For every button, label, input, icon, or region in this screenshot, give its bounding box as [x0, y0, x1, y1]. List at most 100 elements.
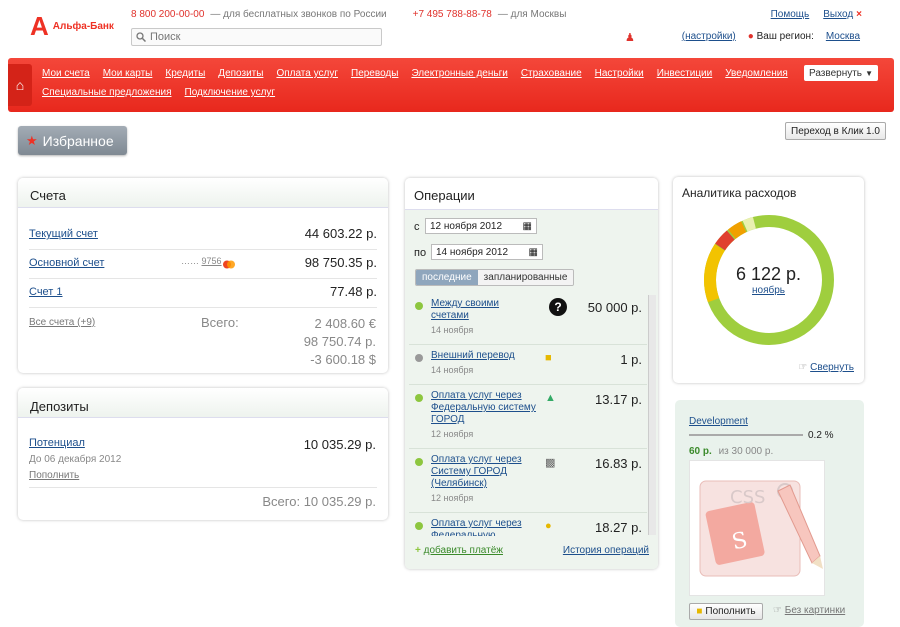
- calendar-icon[interactable]: ▦: [529, 247, 538, 258]
- from-date-value: 12 ноября 2012: [430, 220, 503, 232]
- region-label: Ваш регион:: [756, 31, 814, 42]
- klik-button[interactable]: Переход в Клик 1.0: [785, 122, 886, 140]
- total-usd: -3 600.18 $: [310, 352, 376, 367]
- nav-item[interactable]: Специальные предложения: [42, 87, 172, 98]
- plus-icon: +: [415, 545, 421, 556]
- calendar-icon[interactable]: ▦: [523, 221, 532, 232]
- account-totals: 2 408.60 € 98 750.74 р. -3 600.18 $: [304, 315, 376, 369]
- from-label: с: [414, 221, 420, 233]
- hand-icon: ☞: [773, 605, 782, 616]
- star-icon: ★: [26, 132, 38, 148]
- analytics-panel: Аналитика расходов 6 122 р. ноябрь ☞ Све…: [673, 177, 864, 383]
- search-input[interactable]: [150, 31, 370, 43]
- collapse-control[interactable]: ☞ Свернуть: [798, 362, 854, 373]
- logout-link[interactable]: Выход: [823, 9, 853, 20]
- operation-date: 14 ноября: [431, 365, 474, 375]
- operation-item[interactable]: Оплата услуг через Систему ГОРОД (Челяби…: [415, 454, 650, 514]
- goal-topup-button[interactable]: ■ Пополнить: [689, 603, 763, 620]
- nav-item[interactable]: Инвестиции: [657, 68, 713, 79]
- phone-free: 8 800 200-00-00: [131, 9, 205, 20]
- operation-item[interactable]: Между своими счетами 14 ноября ? 50 000 р…: [415, 298, 650, 344]
- nav-item[interactable]: Депозиты: [218, 68, 263, 79]
- help-link[interactable]: Помощь: [771, 9, 810, 20]
- to-date-value: 14 ноября 2012: [436, 246, 509, 258]
- operation-title[interactable]: Оплата услуг через Федеральную систему Г…: [431, 390, 539, 426]
- home-icon: ⌂: [15, 77, 25, 93]
- ops-tabs: последние запланированные: [415, 269, 575, 286]
- question-icon: ?: [549, 298, 567, 316]
- operation-amount: 50 000 р.: [587, 300, 642, 315]
- nav-row-2: Специальные предложения Подключение услу…: [42, 87, 275, 98]
- tab-recent[interactable]: последние: [416, 270, 478, 285]
- logo[interactable]: А Альфа-Банк: [30, 11, 114, 41]
- operations-panel: Операции с 12 ноября 2012 ▦ по 14 ноября …: [405, 178, 658, 569]
- home-button[interactable]: ⌂: [8, 64, 32, 106]
- nav-item[interactable]: Настройки: [595, 68, 644, 79]
- operation-title[interactable]: Оплата услуг через Систему ГОРОД (Челяби…: [431, 454, 539, 490]
- account-row: Текущий счет 44 603.22 р.: [29, 226, 377, 241]
- account-link[interactable]: Основной счет: [29, 257, 104, 269]
- account-link[interactable]: Текущий счет: [29, 228, 98, 240]
- no-image-link[interactable]: Без картинки: [785, 605, 845, 616]
- search-box[interactable]: [131, 28, 382, 46]
- analytics-month-link[interactable]: ноябрь: [673, 285, 864, 296]
- operation-title[interactable]: Между своими счетами: [431, 298, 521, 322]
- from-date-field[interactable]: 12 ноября 2012 ▦: [425, 218, 537, 234]
- no-image-control[interactable]: ☞ Без картинки: [773, 605, 845, 616]
- main-nav: ⌂ Мои счета Мои карты Кредиты Депозиты О…: [8, 58, 894, 112]
- deposit-topup-link[interactable]: Пополнить: [29, 470, 79, 481]
- operation-title[interactable]: Внешний перевод: [431, 350, 650, 362]
- history-link[interactable]: История операций: [563, 545, 649, 556]
- deposit-link[interactable]: Потенциал: [29, 437, 85, 449]
- nav-item[interactable]: Электронные деньги: [411, 68, 507, 79]
- collapse-link[interactable]: Свернуть: [810, 362, 854, 373]
- expand-dropdown[interactable]: Развернуть ▼: [804, 65, 878, 81]
- goal-panel: Development 0.2 % 60 р. из 30 000 р. CSS…: [675, 400, 864, 627]
- operation-date: 12 ноября: [431, 429, 474, 439]
- tab-planned[interactable]: запланированные: [477, 270, 574, 285]
- account-amount: 98 750.35 р.: [304, 255, 377, 270]
- user-icon[interactable]: ♟: [625, 31, 635, 44]
- alfa-logo-icon: А: [30, 11, 49, 41]
- settings-link[interactable]: (настройки): [682, 31, 736, 42]
- search-icon: [136, 32, 146, 42]
- region-link[interactable]: Москва: [826, 31, 860, 42]
- favorites-button[interactable]: ★ Избранное: [18, 126, 127, 155]
- deposits-title: Депозиты: [30, 399, 89, 414]
- nav-item[interactable]: Оплата услуг: [276, 68, 338, 79]
- operations-title: Операции: [414, 188, 475, 203]
- logout-icon[interactable]: ×: [856, 9, 862, 20]
- operation-item[interactable]: Оплата услуг через Федеральную ● 18.27 р…: [415, 518, 650, 536]
- add-payment[interactable]: + добавить платёж: [415, 545, 503, 556]
- region-row: (настройки) ● Ваш регион: Москва: [682, 31, 860, 42]
- nav-item[interactable]: Подключение услуг: [185, 87, 276, 98]
- nav-item[interactable]: Страхование: [521, 68, 582, 79]
- to-date-field[interactable]: 14 ноября 2012 ▦: [431, 244, 543, 260]
- nav-item[interactable]: Кредиты: [165, 68, 205, 79]
- nav-item[interactable]: Уведомления: [725, 68, 788, 79]
- goal-progress-bar: [689, 434, 803, 436]
- operation-item[interactable]: Внешний перевод 14 ноября ■ 1 р.: [415, 350, 650, 386]
- card-number[interactable]: 9756: [202, 256, 222, 266]
- favorites-label: Избранное: [42, 132, 114, 149]
- coin-icon: ●: [545, 520, 552, 532]
- transfer-icon: ■: [545, 352, 552, 364]
- ops-scrollbar[interactable]: [648, 295, 656, 535]
- operation-title[interactable]: Оплата услуг через Федеральную: [431, 518, 539, 536]
- operation-item[interactable]: Оплата услуг через Федеральную систему Г…: [415, 390, 650, 450]
- add-payment-link[interactable]: добавить платёж: [424, 545, 503, 556]
- account-amount: 44 603.22 р.: [304, 226, 377, 241]
- pending-icon: [415, 354, 423, 362]
- svg-text:CSS: CSS: [730, 487, 765, 508]
- all-accounts-link[interactable]: Все счета (+9): [29, 317, 95, 328]
- account-link[interactable]: Счет 1: [29, 286, 63, 298]
- goal-title-link[interactable]: Development: [689, 416, 748, 427]
- operation-amount: 1 р.: [620, 352, 642, 367]
- nav-item[interactable]: Переводы: [351, 68, 398, 79]
- logo-text: Альфа-Банк: [52, 20, 114, 32]
- top-links: Помощь Выход ×: [771, 9, 862, 20]
- coin-icon: ■: [696, 606, 703, 617]
- nav-item[interactable]: Мои счета: [42, 68, 90, 79]
- operation-date: 14 ноября: [431, 325, 474, 335]
- nav-item[interactable]: Мои карты: [103, 68, 153, 79]
